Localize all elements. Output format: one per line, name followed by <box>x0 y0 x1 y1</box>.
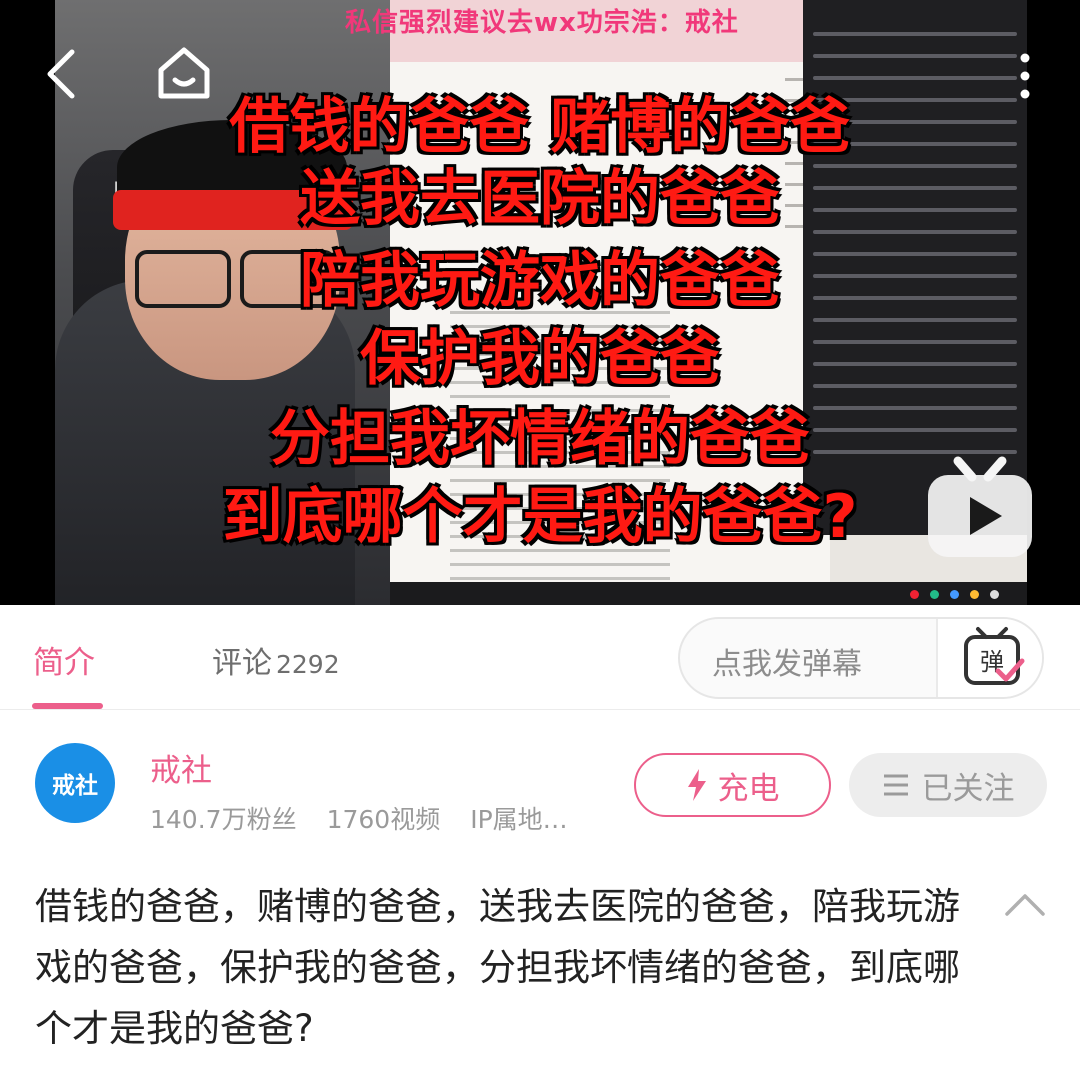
tab-intro[interactable]: 简介 <box>33 637 95 682</box>
tab-comments[interactable]: 评论 2292 <box>212 638 340 682</box>
video-count: 1760视频 <box>326 805 441 834</box>
danmaku-icon: 弹 <box>964 627 1025 685</box>
chevron-left-icon <box>47 49 75 99</box>
video-subtitle-line-3: 陪我玩游戏的爸爸 <box>300 246 780 316</box>
menu-icon <box>883 774 908 796</box>
home-button[interactable] <box>155 44 213 102</box>
back-button[interactable] <box>42 48 82 100</box>
video-title: 借钱的爸爸，赌博的爸爸，送我去医院的爸爸，陪我玩游戏的爸爸，保护我的爸爸，分担我… <box>35 885 960 1050</box>
ip-location: IP属地… <box>470 805 568 834</box>
video-subtitle-line-4: 保护我的爸爸 <box>360 324 720 394</box>
more-vertical-icon <box>1020 53 1030 99</box>
avatar[interactable]: 戒社 <box>35 743 115 823</box>
video-banner-text: 私信强烈建议去wx功宗浩：戒社 <box>345 8 739 38</box>
danmaku-input[interactable]: 点我发弹幕 <box>712 639 862 683</box>
follow-button[interactable]: 已关注 <box>849 753 1047 817</box>
danmaku-toggle-button[interactable]: 弹 <box>936 619 1042 697</box>
charge-button[interactable]: 充电 <box>634 753 831 817</box>
lightning-icon <box>687 769 706 801</box>
uploader-name[interactable]: 戒社 <box>150 745 212 790</box>
more-options-button[interactable] <box>1010 50 1040 102</box>
follow-label: 已关注 <box>921 770 1015 807</box>
bilibili-tv-play-icon[interactable] <box>924 455 1036 559</box>
chevron-up-icon <box>1005 894 1045 916</box>
active-tab-indicator <box>32 703 103 709</box>
video-subtitle-line-5: 分担我坏情绪的爸爸 <box>270 404 810 474</box>
expand-button[interactable] <box>1003 888 1047 920</box>
home-icon <box>158 47 210 99</box>
uploader-meta: 140.7万粉丝 1760视频 IP属地… <box>150 800 598 836</box>
comments-count: 2292 <box>276 650 340 679</box>
video-player[interactable]: llu <box>0 0 1080 605</box>
fans-count: 140.7万粉丝 <box>150 805 297 834</box>
tab-bar: 简介 评论 2292 点我发弹幕 弹 <box>0 605 1080 710</box>
video-subtitle-line-6: 到底哪个才是我的爸爸? <box>222 482 858 552</box>
danmaku-bar: 点我发弹幕 弹 <box>678 617 1044 699</box>
taskbar <box>390 582 1027 605</box>
video-subtitle-line-2: 送我去医院的爸爸 <box>300 164 780 234</box>
charge-label: 充电 <box>717 770 780 807</box>
tab-comments-label: 评论 <box>212 646 272 681</box>
